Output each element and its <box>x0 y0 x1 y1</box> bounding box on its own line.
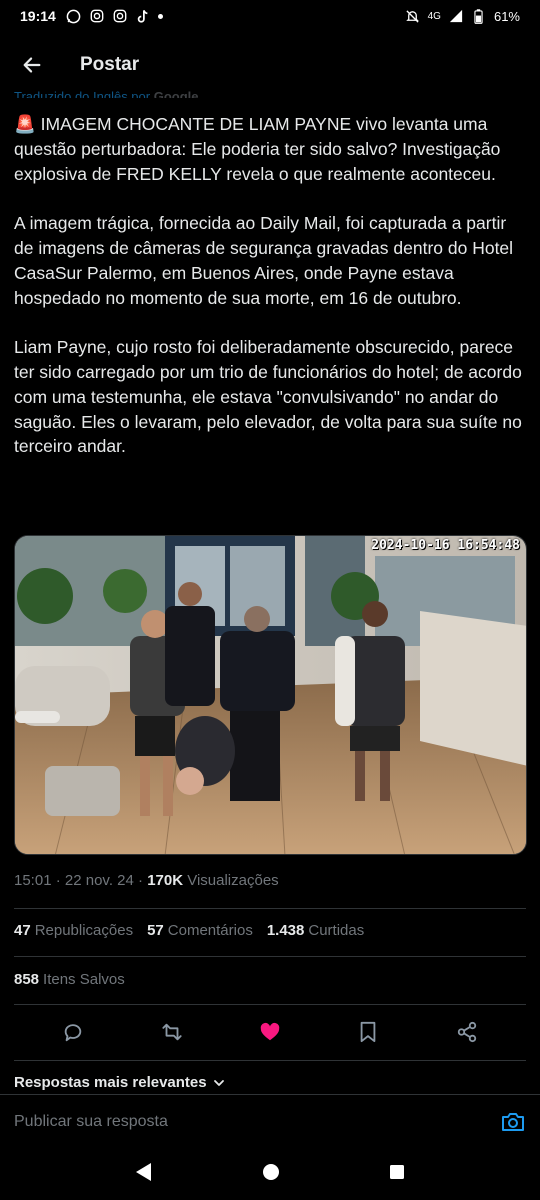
reposts-label: Republicações <box>34 922 134 939</box>
divider <box>14 1060 526 1061</box>
translation-text: Traduzido do Inglês por <box>14 89 151 98</box>
circle-home-icon <box>262 1163 279 1180</box>
square-recents-icon <box>390 1164 405 1179</box>
translation-note[interactable]: Traduzido do Inglês por Google <box>14 84 199 98</box>
mute-icon <box>405 8 421 24</box>
saves-label: Itens Salvos <box>43 971 125 988</box>
tweet-paragraph: A imagem trágica, fornecida ao Daily Mai… <box>14 213 514 308</box>
divider <box>14 1004 526 1005</box>
translation-provider: Google <box>153 89 199 98</box>
reposts-stat[interactable]: 47 Republicações <box>14 922 133 939</box>
reply-input[interactable]: Publicar sua resposta <box>14 1113 500 1131</box>
triangle-back-icon <box>135 1162 151 1181</box>
tweet-text: 🚨 IMAGEM CHOCANTE DE LIAM PAYNE vivo lev… <box>14 112 530 484</box>
comments-label: Comentários <box>167 922 253 939</box>
views-label: Visualizações <box>187 872 279 889</box>
top-bar: Postar <box>0 40 540 90</box>
divider <box>14 956 526 957</box>
share-icon <box>457 1021 476 1043</box>
whatsapp-icon <box>66 8 82 24</box>
status-time: 19:14 <box>20 8 56 24</box>
divider <box>14 908 526 909</box>
engagement-stats: 47 Republicações 57 Comentários 1.438 Curti… <box>14 922 364 939</box>
saves-count: 858 <box>14 971 40 988</box>
reply-composer[interactable]: Publicar sua resposta <box>0 1094 540 1148</box>
nav-back-button[interactable] <box>135 1162 153 1187</box>
notification-dot <box>157 13 163 19</box>
likes-label: Curtidas <box>308 922 365 939</box>
network-type: 4G <box>427 10 441 22</box>
page-title: Postar <box>80 54 140 75</box>
cctv-photo <box>15 536 526 854</box>
replies-sort[interactable]: Respostas mais relevantes <box>14 1074 225 1091</box>
share-button[interactable] <box>449 1014 485 1050</box>
nav-recents-button[interactable] <box>389 1164 405 1185</box>
cctv-timestamp: 2024-10-16 16:54:48 <box>371 538 520 553</box>
views-count: 170K <box>147 872 184 889</box>
saves-stats: 858 Itens Salvos <box>14 971 125 988</box>
reply-button[interactable] <box>55 1014 91 1050</box>
status-bar: 19:14 4G 61% <box>0 0 540 32</box>
like-button[interactable] <box>252 1014 288 1050</box>
battery-icon <box>471 8 487 24</box>
action-bar <box>0 1012 540 1052</box>
bookmark-button[interactable] <box>350 1014 386 1050</box>
comments-count: 57 <box>147 922 164 939</box>
heart-filled-icon <box>260 1022 280 1041</box>
chevron-down-icon <box>213 1079 224 1086</box>
back-button[interactable] <box>12 45 52 85</box>
system-nav-bar <box>0 1148 540 1200</box>
signal-icon <box>448 8 464 24</box>
people-group <box>130 582 405 816</box>
reply-icon <box>64 1024 82 1042</box>
tweet-time: 15:01 <box>14 872 52 889</box>
camera-icon[interactable] <box>500 1110 526 1134</box>
comments-stat[interactable]: 57 Comentários <box>147 922 253 939</box>
bookmark-icon <box>361 1021 376 1043</box>
likes-count: 1.438 <box>266 922 305 939</box>
reposts-count: 47 <box>14 922 31 939</box>
battery-percent: 61% <box>493 8 520 24</box>
tweet-date: 22 nov. 24 <box>64 872 134 889</box>
likes-stat[interactable]: 1.438 Curtidas <box>267 922 364 939</box>
nav-home-button[interactable] <box>262 1163 280 1186</box>
tweet-image[interactable]: 2024-10-16 16:54:48 <box>14 535 527 855</box>
tweet-paragraph: Liam Payne, cujo rosto foi deliberadamen… <box>14 337 522 457</box>
instagram-icon-2 <box>112 8 128 24</box>
replies-sort-label: Respostas mais relevantes <box>14 1074 207 1091</box>
repost-button[interactable] <box>154 1014 190 1050</box>
tiktok-icon <box>135 8 151 24</box>
repost-icon <box>161 1023 182 1041</box>
instagram-icon <box>89 8 105 24</box>
back-arrow-icon <box>23 57 41 73</box>
saves-stat[interactable]: 858 Itens Salvos <box>14 971 125 988</box>
tweet-paragraph: 🚨 IMAGEM CHOCANTE DE LIAM PAYNE vivo lev… <box>14 114 501 184</box>
tweet-meta: 15:01 · 22 nov. 24 · 170K Visualizações <box>14 872 279 889</box>
